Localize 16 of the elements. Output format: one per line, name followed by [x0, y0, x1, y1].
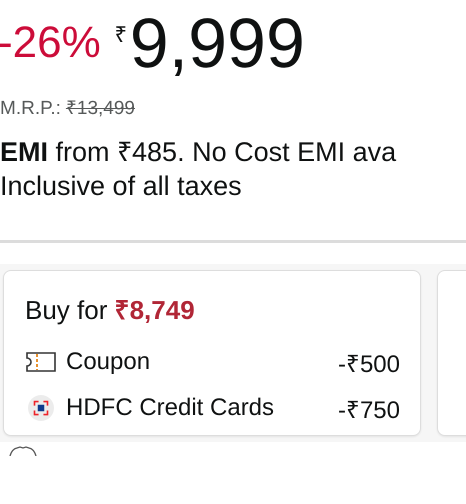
offer-amount: -₹750: [338, 396, 400, 424]
emi-text: EMI from ₹485. No Cost EMI ava: [0, 136, 398, 169]
offer-title: Buy for ₹8,749: [25, 294, 196, 327]
bank-logo-icon: [25, 395, 57, 421]
offer-label: Coupon: [66, 348, 152, 376]
offer-amount: -₹500: [338, 350, 400, 378]
badge-icon: [8, 446, 38, 456]
price-amount: 9,999: [130, 8, 305, 78]
coupon-icon: [25, 349, 57, 375]
mrp-label: M.R.P.:: [0, 98, 61, 119]
mrp-price: ₹13,499: [66, 98, 136, 119]
offer-card[interactable]: Buy for ₹8,749 Coupon -₹500 HDFC Credit Cards -₹750: [3, 270, 421, 436]
offer-card[interactable]: [437, 270, 466, 436]
currency-symbol: ₹: [114, 21, 128, 48]
offer-label: HDFC Credit Cards: [66, 394, 276, 422]
tax-note: Inclusive of all taxes: [0, 171, 243, 202]
